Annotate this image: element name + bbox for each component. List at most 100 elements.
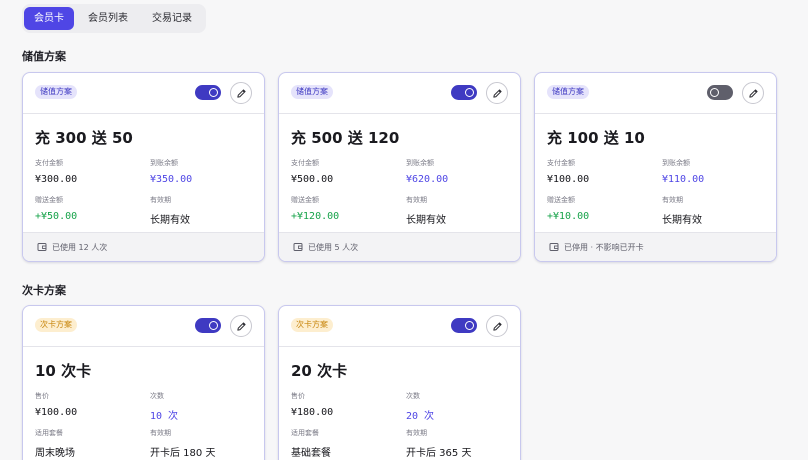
punch-card: 次卡方案 20 次卡 售价 ¥180.00 次数 20 次 适用套餐 基础套餐 … xyxy=(278,305,521,460)
field-value: 长期有效 xyxy=(662,215,702,226)
enable-toggle[interactable] xyxy=(195,85,221,100)
bonus-amount-field: 赠送金额 +¥50.00 xyxy=(35,195,77,222)
field-value: 20 次 xyxy=(406,411,435,422)
card-header: 次卡方案 xyxy=(23,306,264,347)
field-value: ¥300.00 xyxy=(35,174,78,185)
field-value: 长期有效 xyxy=(406,215,446,226)
pencil-icon xyxy=(492,321,502,331)
field-value: 长期有效 xyxy=(150,215,190,226)
field-label: 有效期 xyxy=(662,196,683,204)
bonus-amount-field: 赠送金额 +¥120.00 xyxy=(291,195,339,222)
field-label: 有效期 xyxy=(406,429,427,437)
card-title: 10 次卡 xyxy=(35,362,92,380)
section-title-stored-value: 储值方案 xyxy=(22,50,66,63)
validity-field: 有效期 长期有效 xyxy=(150,195,190,226)
field-label: 赠送金额 xyxy=(35,196,63,204)
enable-toggle[interactable] xyxy=(451,318,477,333)
field-label: 支付金额 xyxy=(291,159,319,167)
field-label: 赠送金额 xyxy=(291,196,319,204)
bonus-amount-field: 赠送金额 +¥10.00 xyxy=(547,195,589,222)
card-footer: 已使用 12 人次 xyxy=(23,232,264,261)
edit-button[interactable] xyxy=(486,315,508,337)
tab-member-cards[interactable]: 会员卡 xyxy=(24,7,74,30)
toggle-knob xyxy=(209,321,218,330)
card-header: 储值方案 xyxy=(535,73,776,114)
pencil-icon xyxy=(236,88,246,98)
price-field: 售价 ¥180.00 xyxy=(291,391,333,418)
toggle-knob xyxy=(465,88,474,97)
field-label: 到账余额 xyxy=(406,159,434,167)
card-header: 储值方案 xyxy=(279,73,520,114)
uses-count-field: 次数 10 次 xyxy=(150,391,178,422)
validity-field: 有效期 长期有效 xyxy=(406,195,446,226)
edit-button[interactable] xyxy=(486,82,508,104)
field-value: ¥110.00 xyxy=(662,174,705,185)
field-label: 适用套餐 xyxy=(35,429,63,437)
punch-card: 次卡方案 10 次卡 售价 ¥100.00 次数 10 次 适用套餐 周末晚场 … xyxy=(22,305,265,460)
credited-balance-field: 到账余额 ¥110.00 xyxy=(662,158,704,185)
field-value: 10 次 xyxy=(150,411,179,422)
enable-toggle[interactable] xyxy=(707,85,733,100)
pay-amount-field: 支付金额 ¥500.00 xyxy=(291,158,333,185)
card-footer: 已使用 5 人次 xyxy=(279,232,520,261)
section-title-punch-card: 次卡方案 xyxy=(22,284,66,297)
field-label: 适用套餐 xyxy=(291,429,319,437)
stored-value-card: 储值方案 充 300 送 50 支付金额 ¥300.00 到账余额 ¥350.0… xyxy=(22,72,265,262)
edit-button[interactable] xyxy=(742,82,764,104)
field-value: 周末晚场 xyxy=(35,448,75,459)
card-icon xyxy=(293,243,303,251)
edit-button[interactable] xyxy=(230,82,252,104)
field-value: ¥620.00 xyxy=(406,174,449,185)
field-value: 开卡后 365 天 xyxy=(406,448,472,459)
enable-toggle[interactable] xyxy=(195,318,221,333)
toggle-knob xyxy=(465,321,474,330)
pay-amount-field: 支付金额 ¥300.00 xyxy=(35,158,77,185)
field-value: ¥180.00 xyxy=(291,407,334,418)
tab-bar: 会员卡 会员列表 交易记录 xyxy=(22,4,206,33)
usage-count-text: 已使用 12 人次 xyxy=(52,242,108,252)
validity-field: 有效期 开卡后 180 天 xyxy=(150,428,215,459)
enable-toggle[interactable] xyxy=(451,85,477,100)
field-value: ¥350.00 xyxy=(150,174,193,185)
field-value: 开卡后 180 天 xyxy=(150,448,216,459)
plan-type-badge: 储值方案 xyxy=(547,85,589,99)
credited-balance-field: 到账余额 ¥350.00 xyxy=(150,158,192,185)
pencil-icon xyxy=(748,88,758,98)
card-header: 次卡方案 xyxy=(279,306,520,347)
field-label: 有效期 xyxy=(406,196,427,204)
applicable-package-field: 适用套餐 基础套餐 xyxy=(291,428,331,459)
tab-transactions[interactable]: 交易记录 xyxy=(142,7,202,30)
card-footer: 已停用 · 不影响已开卡 xyxy=(535,232,776,261)
pay-amount-field: 支付金额 ¥100.00 xyxy=(547,158,589,185)
field-label: 赠送金额 xyxy=(547,196,575,204)
plan-type-badge: 储值方案 xyxy=(291,85,333,99)
plan-type-badge: 次卡方案 xyxy=(291,318,333,332)
usage-status-text: 已停用 · 不影响已开卡 xyxy=(564,242,644,252)
price-field: 售价 ¥100.00 xyxy=(35,391,77,418)
field-value: ¥100.00 xyxy=(35,407,78,418)
tab-member-list[interactable]: 会员列表 xyxy=(78,7,138,30)
toggle-knob xyxy=(710,88,719,97)
field-label: 售价 xyxy=(35,392,49,400)
pencil-icon xyxy=(236,321,246,331)
stored-value-card: 储值方案 充 500 送 120 支付金额 ¥500.00 到账余额 ¥620.… xyxy=(278,72,521,262)
field-label: 到账余额 xyxy=(662,159,690,167)
field-label: 次数 xyxy=(150,392,164,400)
uses-count-field: 次数 20 次 xyxy=(406,391,434,422)
card-title: 充 100 送 10 xyxy=(547,129,645,147)
field-value: 基础套餐 xyxy=(291,448,331,459)
card-header: 储值方案 xyxy=(23,73,264,114)
card-title: 20 次卡 xyxy=(291,362,348,380)
field-value: +¥50.00 xyxy=(35,211,78,222)
card-title: 充 300 送 50 xyxy=(35,129,133,147)
card-icon xyxy=(549,243,559,251)
card-title: 充 500 送 120 xyxy=(291,129,400,147)
validity-field: 有效期 长期有效 xyxy=(662,195,702,226)
plan-type-badge: 储值方案 xyxy=(35,85,77,99)
edit-button[interactable] xyxy=(230,315,252,337)
field-label: 售价 xyxy=(291,392,305,400)
plan-type-badge: 次卡方案 xyxy=(35,318,77,332)
card-icon xyxy=(37,243,47,251)
field-value: ¥100.00 xyxy=(547,174,590,185)
field-label: 有效期 xyxy=(150,429,171,437)
